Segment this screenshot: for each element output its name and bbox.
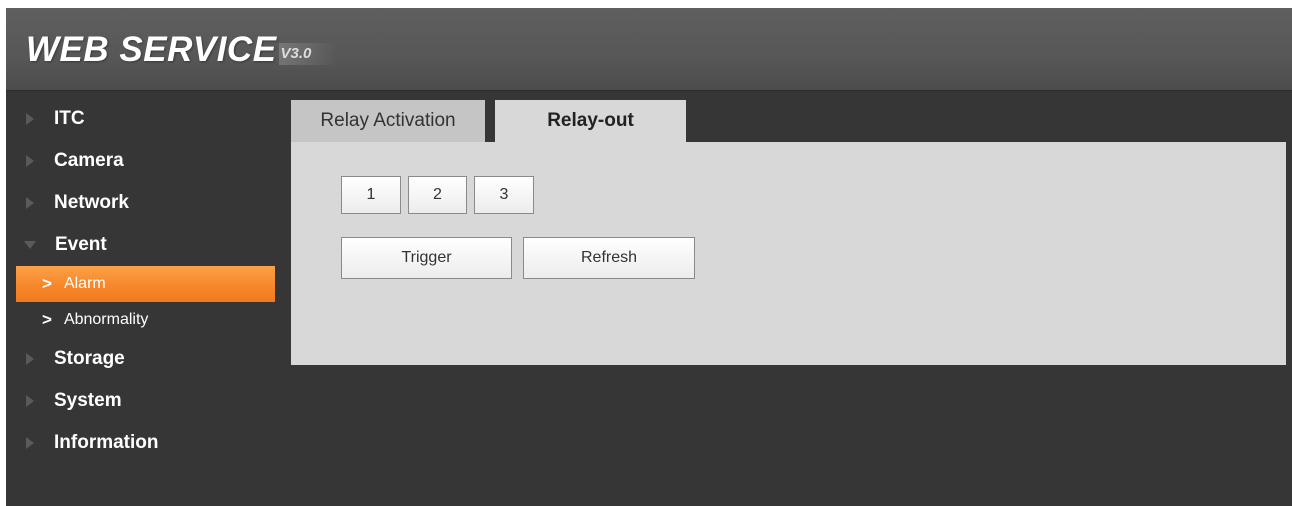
logo-version: V3.0 <box>278 43 338 65</box>
sidebar-subitem-label: Alarm <box>63 275 106 292</box>
sidebar-item-camera[interactable]: Camera <box>16 140 281 182</box>
relay-2-button[interactable]: 2 <box>408 176 467 214</box>
sidebar-item-label: Event <box>55 234 107 255</box>
relay-3-button[interactable]: 3 <box>474 176 534 214</box>
header-bar: WEB SERVICE V3.0 <box>6 8 1292 91</box>
main-content: Relay Activation Relay-out 1 2 3 Trigger… <box>291 100 1286 365</box>
caret-right-icon <box>26 197 34 209</box>
sidebar-item-information[interactable]: Information <box>16 422 281 464</box>
caret-right-icon <box>26 437 34 449</box>
caret-right-icon <box>26 353 34 365</box>
logo: WEB SERVICE V3.0 <box>26 22 338 72</box>
caret-right-icon <box>26 155 34 167</box>
caret-right-icon <box>26 113 34 125</box>
relay-out-panel: 1 2 3 Trigger Refresh <box>291 142 1286 365</box>
trigger-button[interactable]: Trigger <box>341 237 512 279</box>
refresh-button[interactable]: Refresh <box>523 237 695 279</box>
sidebar-subitem-label: Abnormality <box>63 311 149 328</box>
chevron-right-icon: > <box>42 274 52 293</box>
sidebar-subitem-alarm[interactable]: > Alarm <box>16 266 275 302</box>
tab-bar: Relay Activation Relay-out <box>291 100 1286 142</box>
sidebar-nav: ITC Camera Network Event > Alarm > Abnor… <box>16 98 281 464</box>
sidebar-item-network[interactable]: Network <box>16 182 281 224</box>
sidebar-item-label: Camera <box>54 150 124 171</box>
sidebar-item-itc[interactable]: ITC <box>16 98 281 140</box>
sidebar-item-label: System <box>54 390 122 411</box>
chevron-right-icon: > <box>42 310 52 329</box>
sidebar-subitem-abnormality[interactable]: > Abnormality <box>16 302 281 338</box>
sidebar-item-label: Network <box>54 192 129 213</box>
caret-right-icon <box>26 395 34 407</box>
tab-relay-activation[interactable]: Relay Activation <box>291 100 485 142</box>
sidebar-item-label: Information <box>54 432 159 453</box>
caret-down-icon <box>24 241 36 249</box>
logo-text: WEB SERVICE <box>26 30 277 69</box>
sidebar-item-event[interactable]: Event <box>16 224 281 266</box>
sidebar-item-storage[interactable]: Storage <box>16 338 281 380</box>
sidebar-item-label: Storage <box>54 348 125 369</box>
tab-relay-out[interactable]: Relay-out <box>495 100 686 142</box>
sidebar-item-system[interactable]: System <box>16 380 281 422</box>
relay-1-button[interactable]: 1 <box>341 176 401 214</box>
sidebar-item-label: ITC <box>54 108 85 129</box>
